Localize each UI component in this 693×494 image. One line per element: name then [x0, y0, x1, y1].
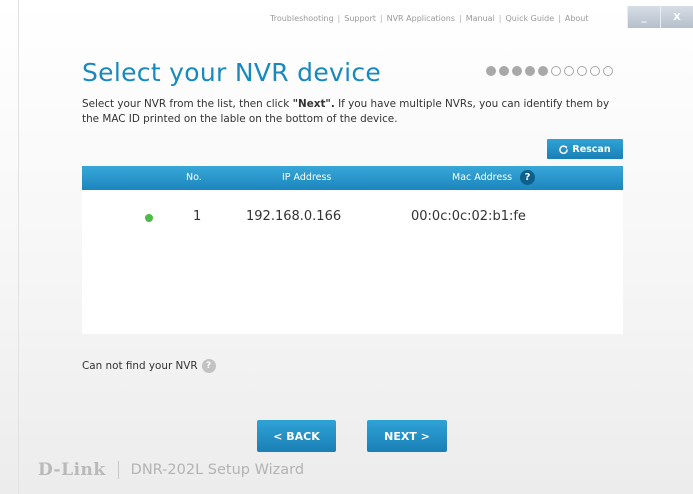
brand-divider	[117, 461, 119, 479]
progress-step-pending	[551, 66, 561, 76]
close-button[interactable]: X	[660, 6, 693, 28]
row-no: 1	[193, 209, 202, 224]
rescan-button[interactable]: Rescan	[547, 139, 623, 159]
nav-separator: |	[337, 14, 341, 23]
next-button[interactable]: NEXT >	[367, 420, 447, 452]
product-name: DNR-202L Setup Wizard	[131, 462, 304, 478]
step-progress-indicator	[486, 66, 613, 76]
progress-step-complete	[486, 66, 496, 76]
progress-step-complete	[499, 66, 509, 76]
instructions-text: Select your NVR from the list, then clic…	[82, 97, 622, 127]
window-edge	[18, 0, 19, 494]
progress-step-complete	[525, 66, 535, 76]
nav-link-support[interactable]: Support	[344, 14, 376, 23]
progress-step-pending	[603, 66, 613, 76]
question-icon[interactable]: ?	[201, 359, 216, 373]
nav-link-about[interactable]: About	[565, 14, 589, 23]
instructions-next-emphasis: "Next".	[292, 98, 335, 110]
model-name: DNR-202L	[130, 462, 204, 478]
page-title: Select your NVR device	[82, 58, 382, 87]
dlink-logo: D-Link	[38, 460, 106, 480]
nav-separator: |	[459, 14, 462, 23]
cannot-find-label: Can not find your NVR	[82, 360, 198, 372]
setup-wizard-window: Troubleshooting | Support | NVR Applicat…	[0, 0, 693, 494]
nav-separator: |	[558, 14, 561, 23]
progress-step-pending	[564, 66, 574, 76]
progress-step-complete	[538, 66, 548, 76]
brand-footer: D-Link DNR-202L Setup Wizard	[38, 460, 304, 480]
header-no: No.	[186, 172, 202, 183]
rescan-label: Rescan	[572, 143, 611, 155]
row-ip-address: 192.168.0.166	[246, 209, 342, 224]
nav-link-nvr-applications[interactable]: NVR Applications	[387, 14, 455, 23]
nvr-device-table: No. IP Address Mac Address ? 1 192.168.0…	[82, 166, 623, 334]
wizard-name: Setup Wizard	[207, 462, 305, 478]
header-mac-address: Mac Address	[452, 172, 513, 183]
top-navigation: Troubleshooting | Support | NVR Applicat…	[270, 14, 620, 23]
table-header: No. IP Address Mac Address ?	[82, 166, 623, 190]
row-mac-address: 00:0c:0c:02:b1:fe	[411, 209, 526, 224]
cannot-find-nvr-help: Can not find your NVR ?	[82, 359, 216, 373]
window-controls: _ X	[627, 6, 693, 28]
progress-step-complete	[512, 66, 522, 76]
nav-link-manual[interactable]: Manual	[466, 14, 495, 23]
nav-link-troubleshooting[interactable]: Troubleshooting	[270, 14, 334, 23]
status-online-icon	[145, 214, 153, 222]
header-ip-address: IP Address	[282, 172, 332, 183]
refresh-icon	[559, 144, 569, 154]
instructions-part-1: Select your NVR from the list, then clic…	[82, 98, 293, 110]
table-row[interactable]: 1 192.168.0.166 00:0c:0c:02:b1:fe	[82, 200, 623, 230]
progress-step-pending	[577, 66, 587, 76]
nav-separator: |	[379, 14, 383, 23]
nav-separator: |	[498, 14, 502, 23]
minimize-button[interactable]: _	[627, 6, 660, 28]
nav-link-quick-guide[interactable]: Quick Guide	[506, 14, 555, 23]
mac-help-icon[interactable]: ?	[520, 170, 535, 185]
progress-step-pending	[590, 66, 600, 76]
back-button[interactable]: < BACK	[257, 420, 336, 452]
